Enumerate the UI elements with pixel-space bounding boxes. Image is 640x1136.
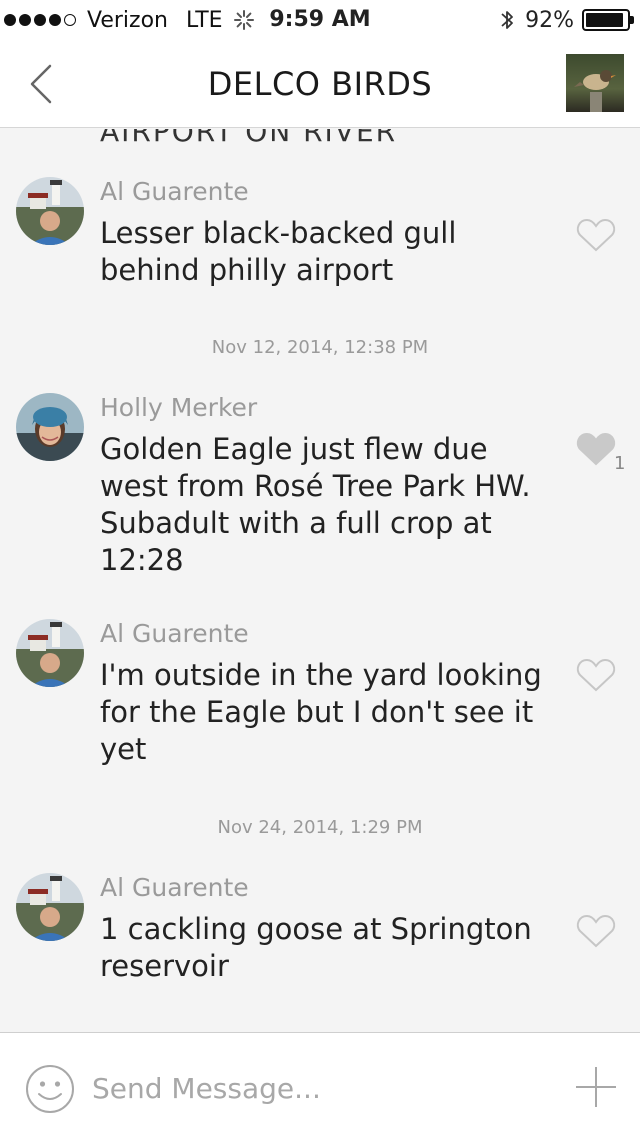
lighthouse-avatar-photo xyxy=(16,619,84,687)
message-input[interactable] xyxy=(92,1063,542,1113)
lighthouse-avatar-photo xyxy=(16,873,84,941)
plus-icon[interactable] xyxy=(574,1065,618,1109)
avatar[interactable] xyxy=(16,619,84,687)
timestamp: Nov 24, 2014, 1:29 PM xyxy=(217,817,423,838)
heart-icon[interactable] xyxy=(576,657,616,693)
message-author: Holly Merker xyxy=(100,393,258,422)
lighthouse-avatar-photo xyxy=(16,177,84,245)
message-text: Golden Eagle just flew due west from Ros… xyxy=(100,432,531,577)
message-text: 1 cackling goose at Springton reservoir xyxy=(100,912,532,983)
holly-avatar-photo xyxy=(16,393,84,461)
nav-bar: DELCO BIRDS xyxy=(0,40,640,128)
message-author: Al Guarente xyxy=(100,873,249,902)
battery-icon xyxy=(582,9,634,31)
smiley-icon[interactable] xyxy=(24,1063,76,1115)
message-text: Lesser black-backed gull behind philly a… xyxy=(100,216,457,287)
cutoff-message-text: AIRPORT ON RIVER xyxy=(100,129,398,148)
message-composer xyxy=(0,1032,640,1136)
message-text: I'm outside in the yard looking for the … xyxy=(100,658,542,766)
battery-percent: 92% xyxy=(525,7,574,33)
message-author: Al Guarente xyxy=(100,177,249,206)
message-feed[interactable]: AIRPORT ON RIVER Al Guarente Lesser blac… xyxy=(0,129,640,1032)
timestamp: Nov 12, 2014, 12:38 PM xyxy=(211,337,429,358)
page-title: DELCO BIRDS xyxy=(207,65,433,103)
avatar[interactable] xyxy=(16,873,84,941)
heart-icon[interactable] xyxy=(576,217,616,253)
group-avatar[interactable] xyxy=(566,54,624,112)
battery-tip xyxy=(630,16,634,24)
status-right: 92% xyxy=(499,6,634,34)
bird-photo xyxy=(566,54,624,112)
battery-fill xyxy=(586,13,623,27)
message-author: Al Guarente xyxy=(100,619,249,648)
heart-icon[interactable] xyxy=(576,913,616,949)
avatar[interactable] xyxy=(16,177,84,245)
like-count: 1 xyxy=(614,453,626,474)
heart-icon[interactable] xyxy=(576,431,616,467)
status-bar: Verizon LTE 9:59 AM 92% xyxy=(0,0,640,40)
avatar[interactable] xyxy=(16,393,84,461)
bluetooth-icon xyxy=(501,11,513,29)
